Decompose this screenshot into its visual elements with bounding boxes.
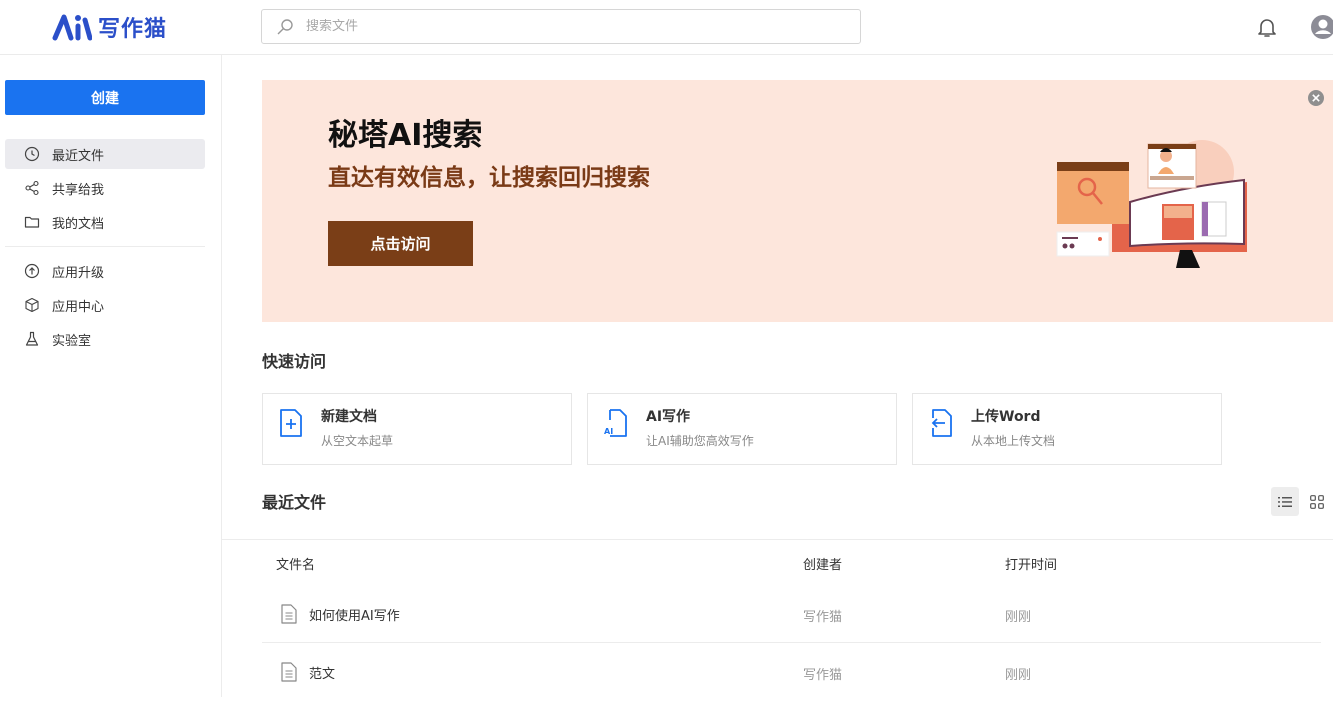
upload-word-card[interactable]: 上传Word 从本地上传文档 bbox=[912, 393, 1222, 465]
logo-icon bbox=[52, 14, 92, 41]
file-time: 刚刚 bbox=[1005, 668, 1032, 683]
sidebar-item-lab[interactable]: 实验室 bbox=[5, 324, 205, 354]
sidebar-item-label: 我的文档 bbox=[52, 216, 105, 232]
file-time: 刚刚 bbox=[1005, 610, 1032, 625]
search-icon bbox=[277, 18, 293, 34]
card-desc: 从本地上传文档 bbox=[971, 434, 1056, 448]
card-desc: 从空文本起草 bbox=[321, 434, 394, 448]
card-title: 上传Word bbox=[971, 409, 1041, 425]
ai-doc-icon: AI bbox=[604, 409, 627, 437]
logo-text: 写作猫 bbox=[98, 16, 168, 42]
sidebar-item-label: 共享给我 bbox=[52, 182, 105, 198]
promo-banner: 秘塔AI搜索 直达有效信息，让搜索回归搜索 点击访问 bbox=[262, 80, 1333, 322]
quick-access-title: 快速访问 bbox=[262, 352, 327, 371]
sidebar-item-label: 实验室 bbox=[52, 333, 92, 349]
new-doc-icon bbox=[280, 409, 302, 437]
list-view-button[interactable] bbox=[1271, 487, 1299, 516]
sidebar-item-label: 应用升级 bbox=[52, 265, 105, 281]
document-icon bbox=[281, 662, 297, 682]
sidebar-divider bbox=[5, 246, 205, 247]
list-view-icon bbox=[1278, 496, 1292, 507]
search-input[interactable] bbox=[306, 19, 826, 34]
top-bar: 写作猫 bbox=[0, 0, 1333, 55]
new-doc-card[interactable]: 新建文档 从空文本起草 bbox=[262, 393, 572, 465]
column-header-time[interactable]: 打开时间 bbox=[1005, 554, 1057, 573]
cube-icon bbox=[25, 297, 39, 313]
table-row[interactable]: 范文 写作猫 刚刚 bbox=[262, 644, 1321, 701]
sidebar-item-my-docs[interactable]: 我的文档 bbox=[5, 207, 205, 237]
file-name[interactable]: 范文 bbox=[309, 663, 335, 682]
grid-view-button[interactable] bbox=[1305, 487, 1329, 516]
app-logo[interactable]: 写作猫 bbox=[52, 11, 167, 43]
banner-title: 秘塔AI搜索 bbox=[328, 118, 483, 153]
clock-icon bbox=[24, 146, 40, 162]
card-desc: 让AI辅助您高效写作 bbox=[646, 434, 754, 448]
sidebar-item-label: 应用中心 bbox=[52, 299, 105, 315]
divider bbox=[222, 539, 1333, 540]
sidebar-item-recent[interactable]: 最近文件 bbox=[5, 139, 205, 169]
create-button[interactable]: 创建 bbox=[5, 80, 205, 115]
flask-icon bbox=[25, 331, 39, 346]
sidebar-item-label: 最近文件 bbox=[52, 148, 105, 164]
file-name[interactable]: 如何使用AI写作 bbox=[309, 605, 400, 624]
recent-files-title: 最近文件 bbox=[262, 493, 327, 512]
card-title: 新建文档 bbox=[321, 409, 377, 425]
search-box[interactable] bbox=[261, 9, 861, 44]
sidebar: 创建 最近文件 共享给我 我的文档 应用升级 应用中心 实验室 bbox=[0, 55, 222, 697]
banner-subtitle: 直达有效信息，让搜索回归搜索 bbox=[328, 165, 650, 191]
avatar[interactable] bbox=[1309, 13, 1333, 41]
visit-button[interactable]: 点击访问 bbox=[328, 221, 473, 266]
file-creator: 写作猫 bbox=[803, 668, 843, 683]
ai-writing-card[interactable]: AI AI写作 让AI辅助您高效写作 bbox=[587, 393, 897, 465]
file-creator: 写作猫 bbox=[803, 610, 843, 625]
sidebar-item-upgrade[interactable]: 应用升级 bbox=[5, 256, 205, 286]
bell-icon[interactable] bbox=[1255, 15, 1279, 39]
sidebar-item-app-center[interactable]: 应用中心 bbox=[5, 290, 205, 320]
document-icon bbox=[281, 604, 297, 624]
upload-doc-icon bbox=[931, 409, 952, 437]
close-icon[interactable] bbox=[1307, 89, 1325, 107]
grid-view-icon bbox=[1310, 494, 1324, 509]
table-row[interactable]: 如何使用AI写作 写作猫 刚刚 bbox=[262, 586, 1321, 643]
upgrade-icon bbox=[24, 263, 40, 279]
folder-icon bbox=[24, 216, 40, 228]
sidebar-item-shared[interactable]: 共享给我 bbox=[5, 173, 205, 203]
search-illustration bbox=[1056, 140, 1247, 268]
svg-text:AI: AI bbox=[604, 427, 613, 436]
row-divider bbox=[262, 642, 1321, 643]
card-title: AI写作 bbox=[646, 409, 691, 425]
column-header-name[interactable]: 文件名 bbox=[276, 554, 315, 573]
column-header-creator[interactable]: 创建者 bbox=[803, 554, 842, 573]
share-icon bbox=[25, 180, 39, 196]
